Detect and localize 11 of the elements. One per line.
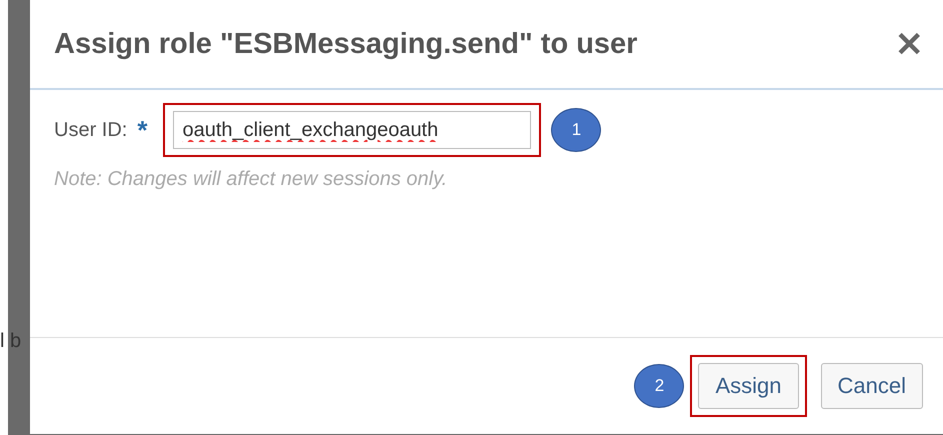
field-label: User ID: — [54, 118, 128, 142]
user-id-field[interactable]: oauth_client_exchangeoauth — [173, 111, 532, 149]
note-text: Note: Changes will affect new sessions only. — [54, 168, 448, 191]
dialog-button[interactable]: Assign — [698, 363, 799, 409]
dialog-button[interactable]: Cancel — [820, 363, 923, 409]
callout-badge: 2 — [634, 364, 684, 408]
dialog-title: Assign role "ESBMessaging.send" to user — [54, 28, 638, 60]
callout-badge: 1 — [551, 108, 602, 152]
background-text: l b — [0, 330, 22, 353]
required-mark: * — [137, 114, 148, 146]
close-button[interactable]: ✕ — [895, 24, 923, 64]
